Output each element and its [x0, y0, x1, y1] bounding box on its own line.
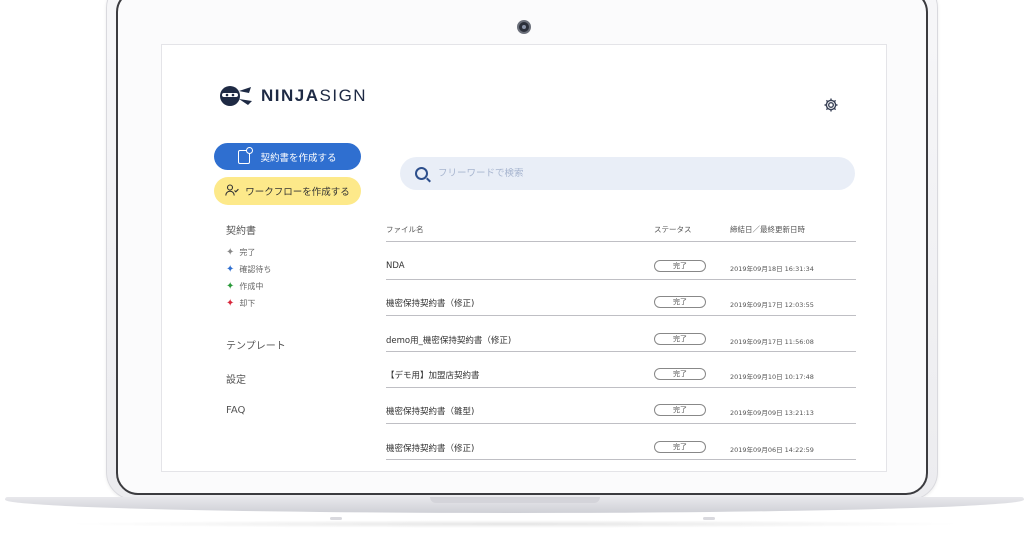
app-screen: NINJASIGN 契約書を作成する ワークフローを作成する 契約書 ✦ 完了 …	[161, 44, 887, 472]
nav-templates[interactable]: テンプレート	[226, 337, 286, 352]
app-logo[interactable]: NINJASIGN	[219, 85, 367, 107]
status-cross-icon: ✦	[226, 297, 235, 309]
status-filter-drafting[interactable]: ✦ 作成中	[226, 281, 263, 292]
search-bar[interactable]	[400, 157, 855, 190]
status-label: 却下	[239, 299, 256, 308]
row-divider	[386, 387, 856, 388]
ninja-logo-icon	[220, 86, 252, 106]
camera-icon	[517, 20, 531, 34]
laptop-base-notch	[430, 497, 600, 503]
status-label: 確認待ち	[239, 265, 272, 274]
row-divider	[386, 459, 856, 460]
row-date: 2019年09月09日 13:21:13	[730, 409, 814, 417]
status-badge: 完了	[654, 296, 706, 308]
row-divider	[386, 279, 856, 280]
laptop-shadow	[60, 520, 970, 528]
nav-settings[interactable]: 設定	[226, 371, 246, 386]
logo-text: NINJASIGN	[261, 86, 368, 105]
status-badge: 完了	[654, 368, 706, 380]
row-date: 2019年09月17日 12:03:55	[730, 301, 814, 309]
row-file-name[interactable]: 機密保持契約書（雛型)	[386, 405, 474, 417]
status-filter-rejected[interactable]: ✦ 却下	[226, 298, 255, 309]
status-cross-icon: ✦	[226, 263, 235, 275]
status-cross-icon: ✦	[226, 280, 235, 292]
search-input[interactable]	[438, 168, 818, 179]
row-divider	[386, 315, 856, 316]
row-divider	[386, 351, 856, 352]
status-badge: 完了	[654, 404, 706, 416]
column-header-date[interactable]: 締結日／最終更新日時	[730, 224, 805, 235]
user-check-icon	[225, 183, 240, 199]
gear-icon[interactable]	[822, 97, 840, 115]
create-contract-button[interactable]: 契約書を作成する	[214, 143, 361, 170]
create-contract-label: 契約書を作成する	[260, 152, 337, 164]
nav-faq[interactable]: FAQ	[226, 405, 245, 416]
status-badge: 完了	[654, 441, 706, 453]
status-filter-complete[interactable]: ✦ 完了	[226, 247, 255, 258]
row-date: 2019年09月10日 10:17:48	[730, 373, 814, 381]
header-divider	[386, 241, 856, 242]
row-date: 2019年09月18日 16:31:34	[730, 265, 814, 273]
row-file-name[interactable]: demo用_機密保持契約書（修正)	[386, 334, 511, 346]
row-date: 2019年09月06日 14:22:59	[730, 446, 814, 454]
status-badge: 完了	[654, 260, 706, 272]
row-file-name[interactable]: 機密保持契約書（修正)	[386, 297, 474, 309]
column-header-status[interactable]: ステータス	[654, 224, 692, 235]
column-header-file-name[interactable]: ファイル名	[386, 224, 424, 235]
row-divider	[386, 423, 856, 424]
nav-contracts[interactable]: 契約書	[226, 222, 256, 237]
row-file-name[interactable]: 【デモ用】加盟店契約書	[386, 369, 480, 381]
status-label: 作成中	[239, 282, 264, 291]
status-label: 完了	[239, 248, 256, 257]
status-cross-icon: ✦	[226, 246, 235, 258]
row-file-name[interactable]: NDA	[386, 261, 405, 271]
create-workflow-label: ワークフローを作成する	[245, 187, 350, 198]
row-file-name[interactable]: 機密保持契約書（修正)	[386, 442, 474, 454]
new-document-icon	[238, 146, 254, 164]
search-icon	[415, 167, 428, 180]
status-filter-awaiting[interactable]: ✦ 確認待ち	[226, 264, 271, 275]
status-badge: 完了	[654, 333, 706, 345]
create-workflow-button[interactable]: ワークフローを作成する	[214, 177, 361, 205]
row-date: 2019年09月17日 11:56:08	[730, 338, 814, 346]
